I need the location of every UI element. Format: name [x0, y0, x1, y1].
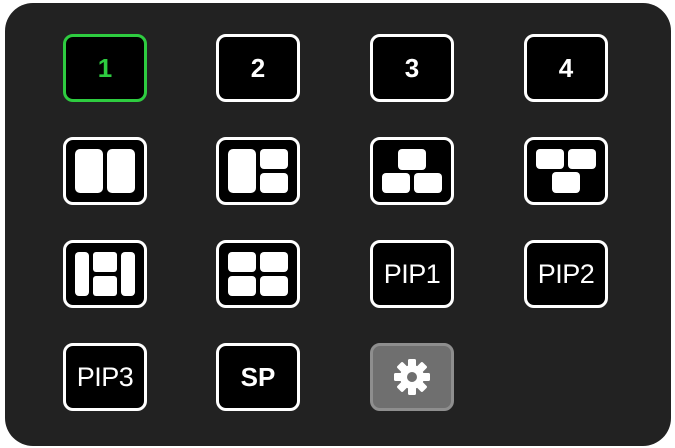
- view-4-label: 4: [558, 52, 574, 83]
- pip1-button[interactable]: PIP1: [370, 240, 454, 308]
- control-panel: 1 2 3 4 PIP1 PIP2 PIP3 SP: [5, 3, 671, 446]
- view-1-button[interactable]: 1: [63, 34, 147, 102]
- dual-split-layout-icon: [75, 149, 135, 193]
- view-3-label: 3: [404, 52, 420, 83]
- view-4-button[interactable]: 4: [524, 34, 608, 102]
- pip1-label: PIP1: [383, 258, 441, 289]
- quad-layout-icon: [228, 252, 288, 296]
- one-plus-two-layout-icon: [228, 149, 288, 193]
- view-2-label: 2: [250, 52, 266, 83]
- h-split-layout-icon: [75, 252, 135, 296]
- quad-layout-button[interactable]: [216, 240, 300, 308]
- triangle-up-layout-icon: [382, 149, 442, 193]
- pip2-button[interactable]: PIP2: [524, 240, 608, 308]
- triangle-down-layout-button[interactable]: [524, 137, 608, 205]
- h-split-layout-button[interactable]: [63, 240, 147, 308]
- pip2-label: PIP2: [537, 258, 595, 289]
- pip3-label: PIP3: [76, 361, 134, 392]
- view-3-button[interactable]: 3: [370, 34, 454, 102]
- settings-button[interactable]: [370, 343, 454, 411]
- sp-button[interactable]: SP: [216, 343, 300, 411]
- pip3-button[interactable]: PIP3: [63, 343, 147, 411]
- triangle-down-layout-icon: [536, 149, 596, 193]
- view-1-label: 1: [97, 52, 113, 83]
- gear-icon: [394, 359, 430, 395]
- triangle-up-layout-button[interactable]: [370, 137, 454, 205]
- one-plus-two-layout-button[interactable]: [216, 137, 300, 205]
- dual-split-layout-button[interactable]: [63, 137, 147, 205]
- view-2-button[interactable]: 2: [216, 34, 300, 102]
- sp-label: SP: [240, 361, 276, 392]
